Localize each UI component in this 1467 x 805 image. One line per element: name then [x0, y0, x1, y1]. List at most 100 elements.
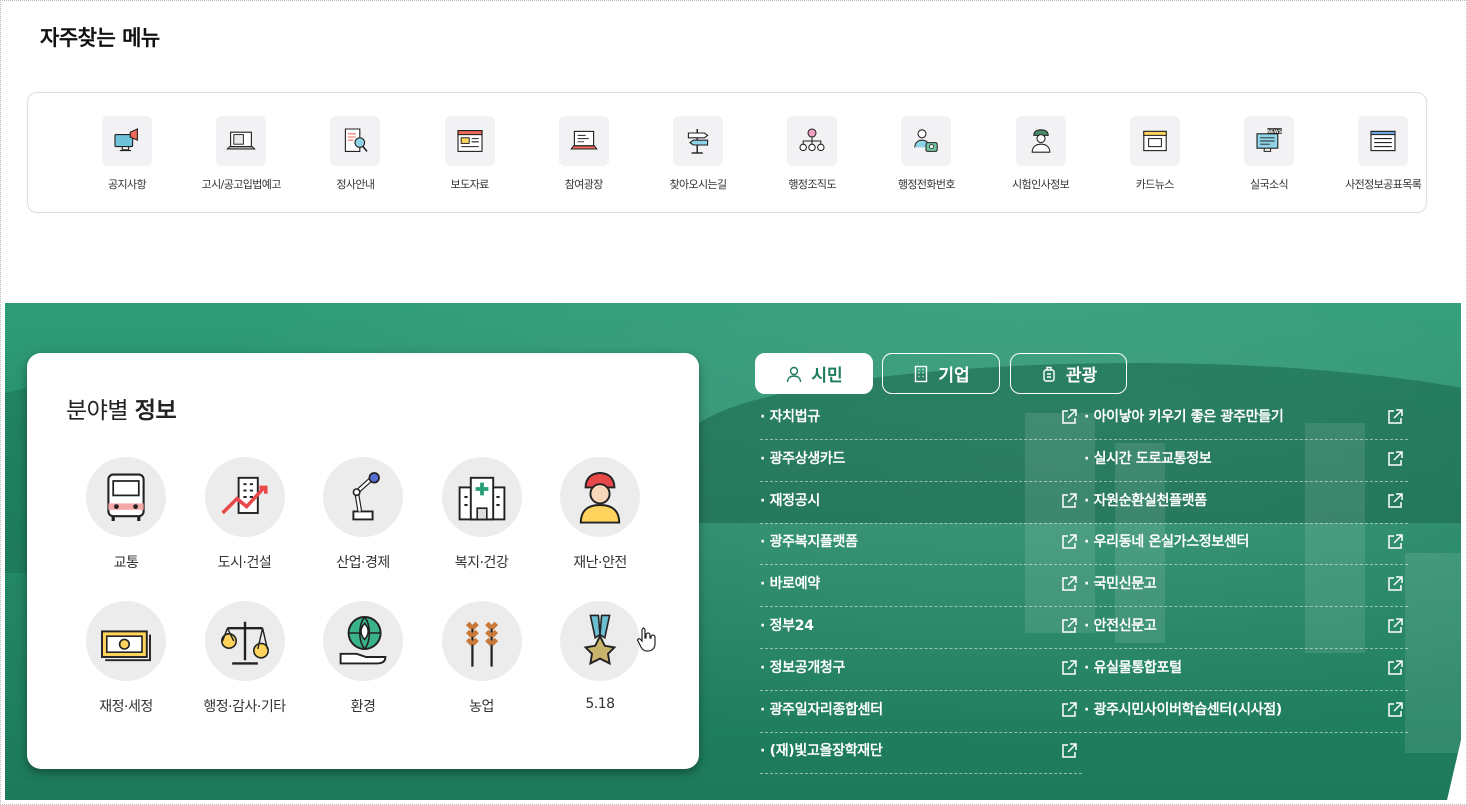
scale-icon — [204, 601, 285, 681]
tab-label: 관광 — [1065, 366, 1098, 386]
quick-link-label: · 유실물통합포털 — [1084, 659, 1182, 676]
external-link-icon[interactable] — [1386, 408, 1404, 426]
browser-window-icon — [444, 116, 495, 166]
frequent-menu-item[interactable]: 카드뉴스 — [1098, 93, 1212, 212]
tab-tourism[interactable]: 관광 — [1010, 353, 1127, 394]
quick-link-item[interactable]: · 국민신문고 — [1084, 565, 1408, 608]
frequent-menu-item[interactable]: 정사안내 — [298, 93, 412, 212]
field-info-card: 분야별 정보 교통 도시·건설 산업·경제 복지·건강 재난·안전재정·세정 행정·감사·… — [27, 353, 699, 769]
quick-link-label: · 안전신문고 — [1084, 618, 1157, 634]
quick-link-label: · (재)빛고을장학재단 — [760, 743, 883, 760]
svg-text:NEWS: NEWS — [1267, 129, 1282, 135]
quick-link-label: · 자원순환실천플랫폼 — [1084, 492, 1207, 509]
quick-link-item[interactable]: · 정부24 — [760, 607, 1082, 649]
globe-hand-icon — [323, 601, 403, 681]
quick-link-item[interactable]: · 유실물통합포털 — [1084, 649, 1408, 691]
external-link-icon[interactable] — [1386, 575, 1404, 593]
tab-business[interactable]: 기업 — [882, 353, 1000, 394]
quick-link-label: · 국민신문고 — [1084, 576, 1157, 593]
field-category-item[interactable]: 5.18 — [545, 601, 655, 721]
external-link-icon[interactable] — [1060, 533, 1078, 551]
tab-citizen[interactable]: 시민 — [755, 353, 873, 394]
frequent-menu-panel: 공지사항 고시/공고입법예고 정사안내 보도자료 참여광장 찾아오시는길 행정조직도 행정전화… — [27, 92, 1427, 213]
external-link-icon[interactable] — [1060, 701, 1078, 719]
frequent-menu-item[interactable]: 참여광장 — [527, 93, 641, 212]
field-category-label: 재정·세정 — [99, 699, 153, 715]
frequent-menu-item[interactable]: 행정조직도 — [755, 93, 869, 212]
quick-link-label: · 우리동네 온실가스정보센터 — [1084, 534, 1250, 551]
external-link-icon[interactable] — [1060, 575, 1078, 593]
frequent-menu-title: 자주찾는 메뉴 — [40, 26, 160, 50]
quick-link-item[interactable]: · 광주시민사이버학습센터(시사점) — [1084, 691, 1408, 733]
quick-link-item[interactable]: · (재)빛고을장학재단 — [760, 732, 1082, 775]
news-monitor-icon: NEWS — [1244, 116, 1294, 166]
quick-link-item[interactable]: · 실시간 도로교통정보 — [1084, 440, 1408, 482]
quick-link-item[interactable]: · 안전신문고 — [1084, 607, 1408, 649]
quick-link-label: · 광주상생카드 — [760, 450, 846, 467]
quick-link-item[interactable]: · 광주일자리종합센터 — [760, 691, 1082, 733]
quick-link-item[interactable]: · 자원순환실천플랫폼 — [1084, 482, 1408, 524]
quick-link-item[interactable]: · 바로예약 — [760, 565, 1082, 608]
external-link-icon[interactable] — [1386, 533, 1404, 551]
tab-label: 시민 — [811, 366, 843, 386]
external-link-icon[interactable] — [1386, 617, 1404, 635]
frequent-menu-item[interactable]: 고시/공고입법예고 — [184, 93, 298, 212]
document-magnifier-icon — [330, 116, 381, 166]
external-link-icon[interactable] — [1060, 408, 1078, 426]
external-link-icon[interactable] — [1060, 659, 1078, 677]
quick-link-label: · 광주일자리종합센터 — [760, 701, 883, 718]
laptop-chat-icon — [558, 116, 609, 166]
person-telephone-icon — [901, 116, 952, 166]
field-category-item[interactable]: 농업 — [427, 601, 537, 721]
field-category-label: 농업 — [469, 699, 494, 715]
quick-link-item[interactable]: · 우리동네 온실가스정보센터 — [1084, 523, 1408, 566]
robot-arm-icon — [323, 457, 403, 537]
laptop-document-icon — [216, 116, 267, 166]
external-link-icon[interactable] — [1060, 492, 1078, 510]
signpost-icon — [673, 116, 723, 166]
megaphone-monitor-icon — [102, 116, 152, 166]
frequent-menu-item[interactable]: 찾아오시는길 — [641, 93, 755, 212]
quick-link-label: · 광주시민사이버학습센터(시사점) — [1084, 701, 1282, 718]
field-category-label: 산업·경제 — [336, 555, 390, 571]
quick-link-item[interactable]: · 자치법규 — [760, 398, 1082, 440]
field-category-item[interactable]: 재난·안전 — [545, 457, 655, 577]
frequent-menu-item[interactable]: 보도자료 — [413, 93, 527, 212]
field-category-item[interactable]: 도시·건설 — [190, 457, 300, 577]
frequent-menu-item[interactable]: 사전정보공표목록 — [1326, 93, 1440, 212]
quick-link-label: · 실시간 도로교통정보 — [1084, 450, 1212, 467]
frequent-menu-item[interactable]: 공지사항 — [70, 93, 184, 212]
hospital-icon — [441, 457, 522, 537]
quick-link-item[interactable]: · 정보공개청구 — [760, 649, 1082, 691]
frequent-menu-item[interactable]: 행정전화번호 — [869, 93, 983, 212]
external-link-icon[interactable] — [1386, 659, 1404, 677]
quick-link-item[interactable]: · 재정공시 — [760, 482, 1082, 524]
quick-link-item[interactable]: · 아이낳아 키우기 좋은 광주만들기 — [1084, 398, 1408, 440]
building-icon — [912, 365, 930, 383]
field-category-item[interactable]: 행정·감사·기타 — [190, 601, 300, 721]
frequent-menu-item[interactable]: NEWS 실국소식 — [1212, 93, 1326, 212]
field-category-label: 5.18 — [585, 696, 615, 712]
external-link-icon[interactable] — [1386, 450, 1404, 468]
field-category-item[interactable]: 재정·세정 — [71, 601, 181, 721]
field-category-item[interactable]: 복지·건강 — [427, 457, 537, 577]
hand-cursor-icon — [637, 627, 656, 652]
field-category-item[interactable]: 교통 — [71, 457, 181, 577]
field-category-label: 복지·건강 — [454, 555, 509, 571]
quick-link-label: · 바로예약 — [760, 576, 820, 593]
field-category-item[interactable]: 산업·경제 — [308, 457, 418, 577]
field-category-item[interactable]: 환경 — [308, 601, 418, 721]
luggage-icon — [1040, 365, 1058, 383]
quick-link-item[interactable]: · 광주상생카드 — [760, 440, 1082, 482]
external-link-icon[interactable] — [1060, 617, 1078, 635]
external-link-icon[interactable] — [1386, 492, 1404, 510]
officer-icon — [1015, 116, 1066, 166]
city-growth-icon — [204, 457, 285, 537]
external-link-icon[interactable] — [1060, 742, 1078, 760]
quick-link-item[interactable]: · 광주복지플랫폼 — [760, 523, 1082, 566]
field-info-title: 분야별 정보 — [66, 391, 177, 425]
frequent-menu-item[interactable]: 시험인사정보 — [984, 93, 1098, 212]
external-link-icon[interactable] — [1386, 701, 1404, 719]
medal-icon — [560, 601, 640, 681]
bus-icon — [86, 457, 166, 537]
